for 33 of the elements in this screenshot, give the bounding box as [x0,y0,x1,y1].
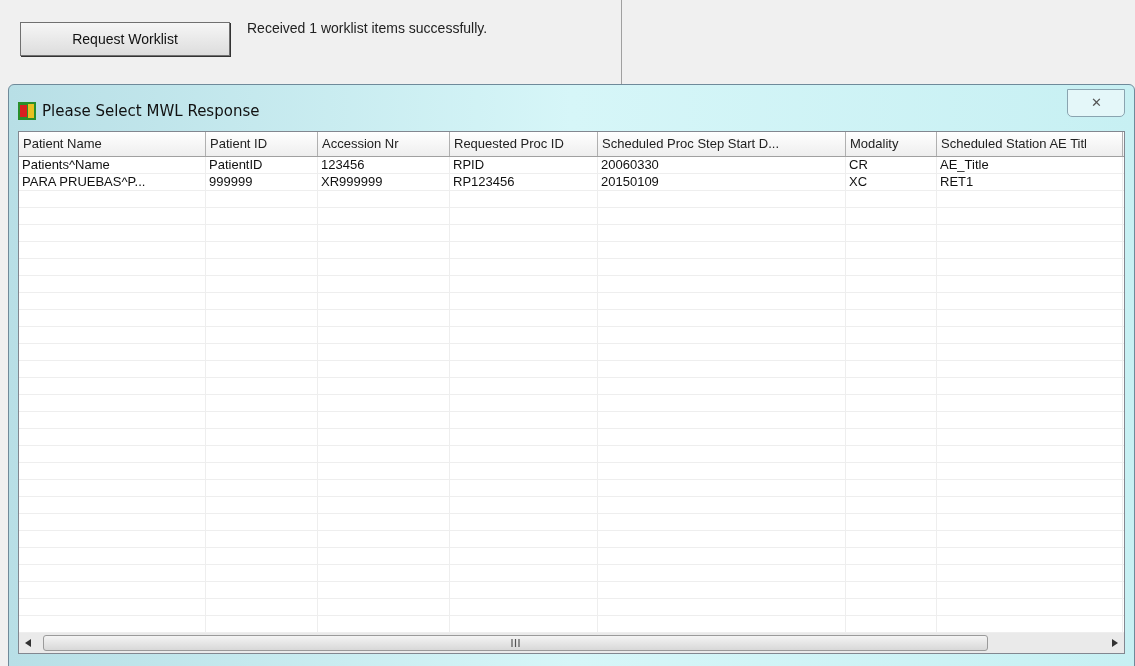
dialog-title: Please Select MWL Response [42,101,260,122]
table-cell: XR999999 [318,174,450,190]
table-cell: Patients^Name [19,157,206,173]
scroll-left-icon[interactable] [25,639,31,647]
table-cell: 20060330 [598,157,846,173]
status-message: Received 1 worklist items successfully. [247,19,488,38]
table-cell: AE_Title [937,157,1123,173]
table-cell: RET1 [937,174,1123,190]
table-cell: PatientID [206,157,318,173]
column-header[interactable]: Patient Name [19,132,206,156]
column-header[interactable]: Scheduled Proc Step Start D... [598,132,846,156]
column-header[interactable]: Scheduled Station AE Titl [937,132,1123,156]
table-row[interactable]: PARA PRUEBAS^P... 999999 XR999999 RP123456 20150109 XC RET1 [19,174,1124,191]
table-cell: CR [846,157,937,173]
table-cell: PARA PRUEBAS^P... [19,174,206,190]
table-cell: 20150109 [598,174,846,190]
table-cell: 123456 [318,157,450,173]
grip-icon [511,639,520,647]
table-cell: RPID [450,157,598,173]
horizontal-scrollbar[interactable] [19,633,1124,653]
request-worklist-button[interactable]: Request Worklist [20,22,230,56]
table-cell: 999999 [206,174,318,190]
column-header[interactable]: Requested Proc ID [450,132,598,156]
app-icon [18,102,36,121]
table-cell: RP123456 [450,174,598,190]
table-cell: XC [846,174,937,190]
column-header[interactable]: Modality [846,132,937,156]
scroll-thumb[interactable] [43,635,988,651]
table-row[interactable]: Patients^Name PatientID 123456 RPID 20060330 CR AE_Title [19,157,1124,174]
scroll-right-icon[interactable] [1112,639,1118,647]
column-header[interactable]: Accession Nr [318,132,450,156]
close-button[interactable]: ✕ [1067,89,1125,117]
column-header[interactable]: Patient ID [206,132,318,156]
